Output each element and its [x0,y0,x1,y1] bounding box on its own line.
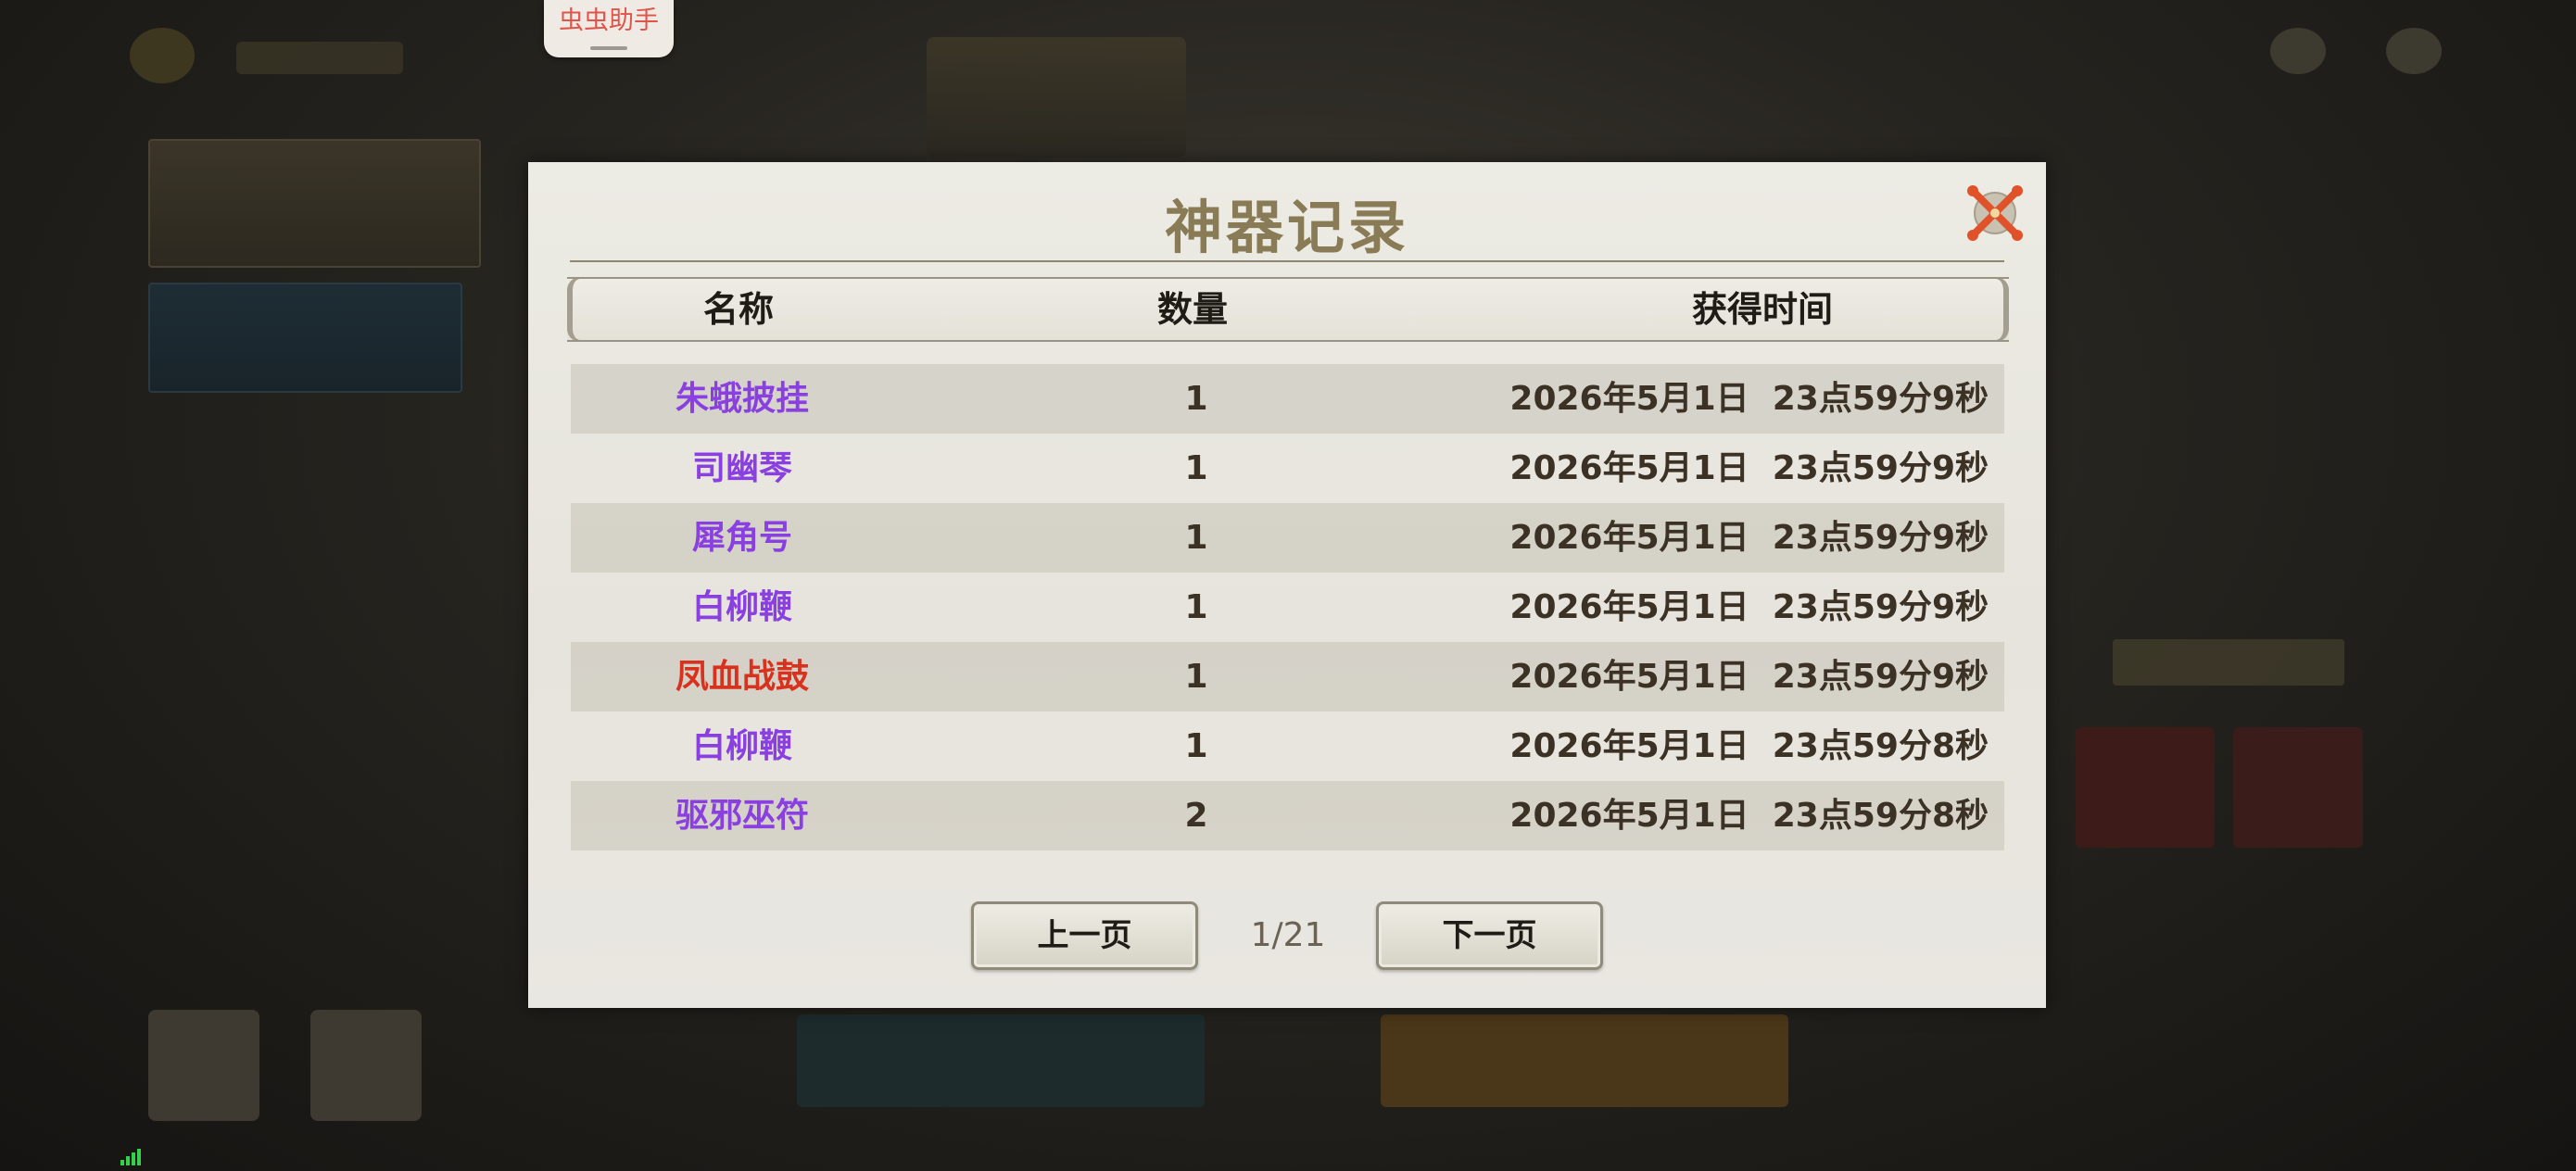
artifact-quantity: 1 [1184,588,1208,626]
obtained-time: 2026年5月1日 23点59分8秒 [1497,850,1989,866]
background-banner [2113,639,2344,686]
obtained-time: 2026年5月1日 23点59分9秒 [1509,449,1989,487]
table-row: 朱蛾披挂 1 2026年5月1日 23点59分9秒 [571,364,2004,434]
column-header-time: 获得时间 [1691,289,1833,330]
table-row: 白柳鞭 1 2026年5月1日 23点59分9秒 [571,573,2004,642]
obtained-time: 2026年5月1日 23点59分9秒 [1509,588,1989,626]
artifact-name: 驱邪巫符 [675,797,809,835]
background-bottom-icon-2 [310,1010,422,1121]
table-header: 名称 数量 获得时间 [567,277,2009,342]
background-draw-ten-button [1381,1014,1788,1107]
artifact-name: 犀角号 [691,519,792,557]
assistant-floating-button[interactable]: 虫虫助手 [544,0,674,57]
artifact-name: 凤血战鼓 [675,658,809,696]
background-event-panel [148,139,481,268]
artifact-quantity: 1 [1184,727,1208,765]
prev-page-button[interactable]: 上一页 [971,901,1198,970]
table-row: 驱邪巫符 2 2026年5月1日 23点59分8秒 [571,781,2004,850]
background-coin-icon [130,28,195,83]
drag-handle[interactable] [590,46,627,50]
artifact-name: 白柳鞭 [691,588,792,626]
artifact-quantity: 1 [1118,850,1275,866]
artifact-record-dialog: 神器记录 名称 数量 获得时间 朱蛾披挂 1 2026年5月1日 23点59分9秒司… [528,162,2046,1008]
artifact-name: 朱雀海 [571,850,914,866]
header-cap-right [1996,277,2009,342]
background-decoration [927,37,1186,157]
table-row: 白柳鞭 1 2026年5月1日 23点59分8秒 [571,711,2004,781]
obtained-time: 2026年5月1日 23点59分9秒 [1509,380,1989,418]
assistant-label: 虫虫助手 [559,6,659,35]
table-row: 朱雀海 1 2026年5月1日 23点59分8秒 [571,850,2004,866]
background-draw-button [797,1014,1205,1107]
signal-strength-icon [120,1147,143,1165]
background-event-panel-secondary [148,283,462,393]
artifact-quantity: 1 [1184,449,1208,487]
table-row: 凤血战鼓 1 2026年5月1日 23点59分9秒 [571,642,2004,711]
title-divider [570,260,2004,262]
background-reward-card-2 [2233,727,2363,848]
background-reward-card [2076,727,2215,848]
page-indicator: 1/21 [1250,916,1326,954]
pagination: 上一页 1/21 下一页 [528,901,2046,976]
obtained-time: 2026年5月1日 23点59分9秒 [1509,519,1989,557]
column-header-name: 名称 [702,289,774,330]
artifact-name: 白柳鞭 [691,727,792,765]
obtained-time: 2026年5月1日 23点59分9秒 [1509,658,1989,696]
artifact-quantity: 1 [1184,380,1208,418]
column-header-quantity: 数量 [1156,289,1228,330]
background-bottom-icon [148,1010,259,1121]
obtained-time: 2026年5月1日 23点59分8秒 [1509,797,1989,835]
close-button[interactable] [1964,183,2026,244]
record-list[interactable]: 朱蛾披挂 1 2026年5月1日 23点59分9秒 司幽琴 1 2026年5月1日 23点… [571,364,2004,866]
artifact-quantity: 2 [1184,797,1208,835]
background-currency-bar [236,42,403,74]
next-page-button[interactable]: 下一页 [1376,901,1603,970]
background-settings-icon [2386,28,2442,74]
close-x-icon [1967,185,2023,241]
artifact-name: 朱蛾披挂 [675,380,809,418]
artifact-name: 司幽琴 [691,449,792,487]
obtained-time: 2026年5月1日 23点59分8秒 [1509,727,1989,765]
artifact-quantity: 1 [1184,519,1208,557]
table-row: 犀角号 1 2026年5月1日 23点59分9秒 [571,503,2004,573]
artifact-quantity: 1 [1184,658,1208,696]
dialog-title: 神器记录 [1164,194,1409,261]
background-menu-icon [2270,28,2326,74]
table-row: 司幽琴 1 2026年5月1日 23点59分9秒 [571,434,2004,503]
